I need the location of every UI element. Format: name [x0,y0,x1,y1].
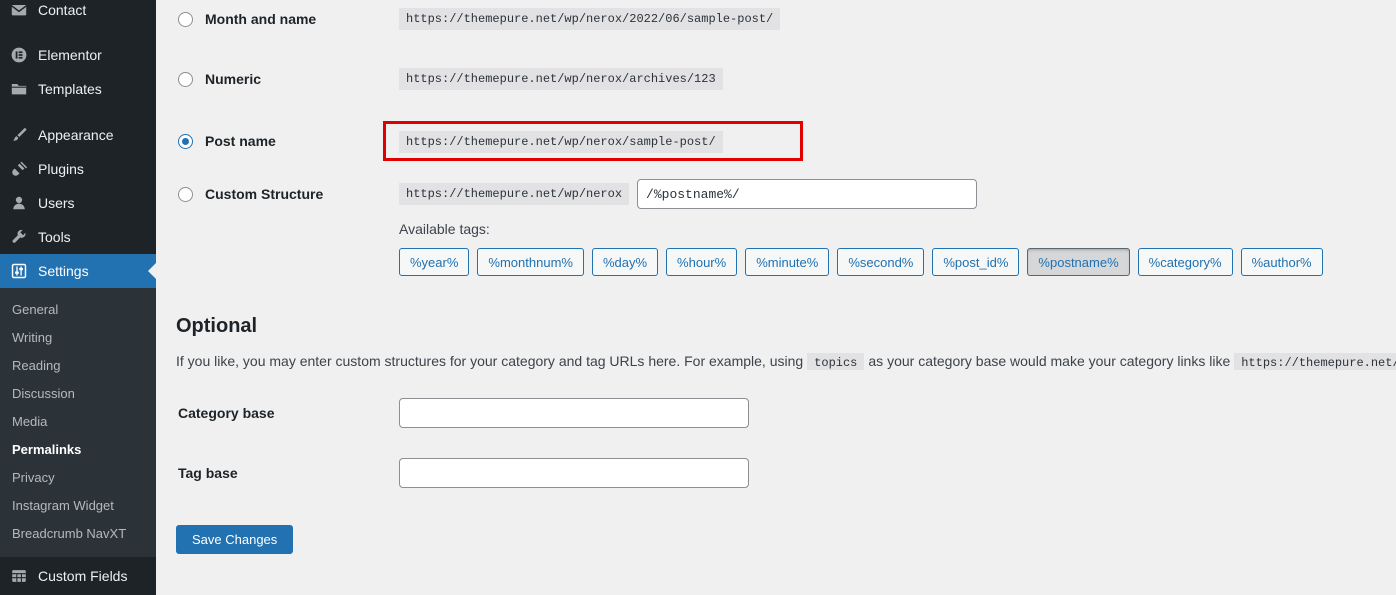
tag-button-post-id[interactable]: %post_id% [932,248,1019,276]
admin-menu: Contact Elementor Templates Appearance [0,0,156,288]
menu-separator [0,106,156,118]
sidebar-item-contact[interactable]: Contact [0,0,156,27]
description-text: as your category base would make your ca… [868,353,1230,369]
option-label[interactable]: Month and name [205,11,316,27]
wrench-icon [9,227,29,247]
option-label-wrap: Post name [176,133,399,149]
description-code-example-url: https://themepure.net/wp/nerox/topics/un… [1234,353,1396,370]
settings-submenu: General Writing Reading Discussion Media… [0,288,156,557]
sidebar-item-settings[interactable]: Settings [0,254,156,288]
submenu-item-permalinks[interactable]: Permalinks [0,435,156,463]
sliders-icon [9,261,29,281]
tag-button-category[interactable]: %category% [1138,248,1233,276]
example-url-numeric: https://themepure.net/wp/nerox/archives/… [399,68,723,90]
permalink-option-post-name: Post name https://themepure.net/wp/nerox… [176,121,1396,161]
description-code-topics: topics [807,353,864,370]
example-url-month-and-name: https://themepure.net/wp/nerox/2022/06/s… [399,8,780,30]
custom-structure-input[interactable] [637,179,977,209]
sidebar-item-users[interactable]: Users [0,186,156,220]
sidebar-item-label: Contact [38,2,86,18]
tag-base-input[interactable] [399,458,749,488]
sidebar-item-custom-fields[interactable]: Custom Fields [0,557,156,595]
category-base-row: Category base [176,398,1396,428]
submenu-item-general[interactable]: General [0,295,156,323]
optional-section-description: If you like, you may enter custom struct… [176,353,1396,370]
tag-button-day[interactable]: %day% [592,248,658,276]
option-label-wrap: Month and name [176,11,399,27]
option-label-wrap: Custom Structure [176,186,399,202]
submenu-item-writing[interactable]: Writing [0,323,156,351]
sidebar-item-appearance[interactable]: Appearance [0,118,156,152]
menu-separator [0,27,156,38]
numeric-radio[interactable] [178,72,193,87]
sidebar-item-label: Users [38,195,75,211]
elementor-icon [9,45,29,65]
tag-button-minute[interactable]: %minute% [745,248,829,276]
sidebar-item-elementor[interactable]: Elementor [0,38,156,72]
optional-section-heading: Optional [176,315,1396,338]
permalink-option-numeric: Numeric https://themepure.net/wp/nerox/a… [176,68,1396,90]
table-icon [9,566,29,586]
tag-base-row: Tag base [176,458,1396,488]
available-tags-label: Available tags: [399,221,1396,237]
submenu-item-media[interactable]: Media [0,407,156,435]
save-changes-button[interactable]: Save Changes [176,525,293,554]
submenu-item-breadcrumb-navxt[interactable]: Breadcrumb NavXT [0,519,156,547]
plug-icon [9,159,29,179]
available-tags-row: %year% %monthnum% %day% %hour% %minute% … [399,248,1396,276]
sidebar-item-label: Tools [38,229,71,245]
permalink-option-month-and-name: Month and name https://themepure.net/wp/… [176,8,1396,30]
tag-button-monthnum[interactable]: %monthnum% [477,248,584,276]
description-text: If you like, you may enter custom struct… [176,353,803,369]
sidebar-item-label: Plugins [38,161,84,177]
post-name-radio[interactable] [178,134,193,149]
tag-button-hour[interactable]: %hour% [666,248,737,276]
sidebar-item-label: Appearance [38,127,114,143]
tag-button-year[interactable]: %year% [399,248,469,276]
option-label[interactable]: Custom Structure [205,186,323,202]
category-base-input[interactable] [399,398,749,428]
submenu-item-discussion[interactable]: Discussion [0,379,156,407]
permalink-settings-content: Month and name https://themepure.net/wp/… [156,0,1396,595]
custom-structure-radio[interactable] [178,187,193,202]
admin-menu-bottom: Custom Fields [0,557,156,595]
sidebar-item-label: Elementor [38,47,102,63]
tag-button-second[interactable]: %second% [837,248,924,276]
mail-icon [9,0,29,20]
submenu-item-privacy[interactable]: Privacy [0,463,156,491]
option-label[interactable]: Numeric [205,71,261,87]
sidebar-item-label: Custom Fields [38,568,127,584]
example-url-post-name: https://themepure.net/wp/nerox/sample-po… [399,131,723,153]
month-and-name-radio[interactable] [178,12,193,27]
submenu-item-reading[interactable]: Reading [0,351,156,379]
paintbrush-icon [9,125,29,145]
admin-sidebar: Contact Elementor Templates Appearance [0,0,156,595]
folder-icon [9,79,29,99]
permalink-option-custom-structure: Custom Structure https://themepure.net/w… [176,179,1396,209]
sidebar-item-templates[interactable]: Templates [0,72,156,106]
option-label-wrap: Numeric [176,71,399,87]
tag-base-label: Tag base [176,465,399,481]
sidebar-item-tools[interactable]: Tools [0,220,156,254]
tag-button-postname[interactable]: %postname% [1027,248,1129,276]
tag-button-author[interactable]: %author% [1241,248,1323,276]
red-annotation-box: https://themepure.net/wp/nerox/sample-po… [383,121,803,161]
sidebar-item-label: Settings [38,263,89,279]
option-label[interactable]: Post name [205,133,276,149]
sidebar-item-label: Templates [38,81,102,97]
custom-structure-url-prefix: https://themepure.net/wp/nerox [399,183,629,205]
sidebar-item-plugins[interactable]: Plugins [0,152,156,186]
user-icon [9,193,29,213]
category-base-label: Category base [176,405,399,421]
submenu-item-instagram-widget[interactable]: Instagram Widget [0,491,156,519]
